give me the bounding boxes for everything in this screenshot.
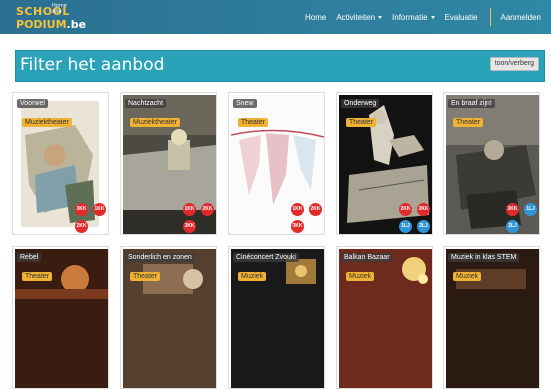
- card-image: [123, 249, 216, 388]
- card-title: En braaf zijn!: [448, 99, 495, 108]
- genre-badge: Theater: [346, 118, 377, 127]
- level-badge: 2KK: [201, 203, 214, 216]
- nav-evaluatie[interactable]: Evaluatie: [445, 13, 478, 22]
- level-badge: 1KK: [291, 203, 304, 216]
- card-title: Nachtzacht: [125, 99, 167, 108]
- top-navbar: SCHOOL Home Alle PODIUM.be Home Activite…: [0, 0, 551, 34]
- nav-links: Home Activiteiten Informatie Evaluatie A…: [295, 0, 541, 34]
- genre-badge: Theater: [238, 118, 269, 127]
- level-badge: 3KK: [506, 203, 519, 216]
- card-title: Voorwel: [17, 99, 48, 108]
- card-image: [446, 249, 539, 388]
- level-badge: 2LJ: [417, 220, 430, 233]
- card-title: Cinéconcert Zvouki: [233, 253, 299, 262]
- genre-badge: Muziek: [346, 272, 375, 281]
- genre-badge: Theater: [130, 272, 161, 281]
- logo-small-text: Home Alle: [52, 3, 67, 15]
- card-title: Sonderlich en zonen: [125, 253, 195, 262]
- card-title: Rebel: [17, 253, 42, 262]
- level-badge: 1LJ: [524, 203, 537, 216]
- level-badge: 1KK: [183, 203, 196, 216]
- card-title: Onderweg: [341, 99, 380, 108]
- activity-card-onderweg[interactable]: Onderweg Theater 2KK 3KK 1LJ 2LJ: [336, 92, 433, 235]
- genre-badge: Muziektheater: [130, 118, 180, 127]
- schoolpodium-logo[interactable]: SCHOOL Home Alle PODIUM.be: [16, 3, 86, 31]
- nav-home[interactable]: Home: [305, 13, 326, 22]
- card-image: [339, 249, 432, 388]
- activity-card-snew[interactable]: Snew Theater 1KK 2KK 3KK: [228, 92, 325, 235]
- chevron-down-icon: [378, 15, 383, 19]
- level-badge: 2LJ: [506, 220, 519, 233]
- genre-badge: Muziek: [453, 272, 482, 281]
- level-badge: 1KK: [93, 203, 106, 216]
- level-badge: 2KK: [399, 203, 412, 216]
- logo-podium-text: PODIUM.be: [16, 18, 87, 31]
- activity-card-muziek-in-klas-stem[interactable]: Muziek in klas STEM Muziek: [443, 246, 540, 389]
- card-image: [231, 249, 324, 388]
- filter-title: Filter het aanbod: [20, 55, 165, 75]
- level-badge: 2KK: [309, 203, 322, 216]
- card-image: [15, 249, 108, 388]
- activity-card-cineconcert-zvouki[interactable]: Cinéconcert Zvouki Muziek: [228, 246, 325, 389]
- genre-badge: Theater: [453, 118, 484, 127]
- activity-card-nachtzacht[interactable]: Nachtzacht Muziektheater 1KK 2KK 3KK: [120, 92, 217, 235]
- level-badge: 3KK: [75, 203, 88, 216]
- toggle-filter-button[interactable]: toon/verberg: [489, 57, 539, 71]
- activity-card-balkan-bazaar[interactable]: Balkan Bazaar Muziek: [336, 246, 433, 389]
- nav-divider: [489, 8, 491, 26]
- filter-panel-header: Filter het aanbod toon/verberg: [15, 50, 545, 82]
- activity-card-sonderlich-en-zonen[interactable]: Sonderlich en zonen Theater: [120, 246, 217, 389]
- chevron-down-icon: [430, 15, 435, 19]
- activity-card-voorwel[interactable]: Voorwel Muziektheater 3KK 1KK 2KK: [12, 92, 109, 235]
- genre-badge: Theater: [22, 272, 53, 281]
- level-badge: 3KK: [417, 203, 430, 216]
- activity-card-en-braaf-zijn[interactable]: En braaf zijn! Theater 3KK 1LJ 2LJ: [443, 92, 540, 235]
- level-badge: 3KK: [183, 220, 196, 233]
- card-title: Balkan Bazaar: [341, 253, 393, 262]
- card-title: Muziek in klas STEM: [448, 253, 520, 262]
- activity-card-rebel[interactable]: Rebel Theater: [12, 246, 109, 389]
- nav-informatie[interactable]: Informatie: [392, 13, 435, 22]
- level-badge: 3KK: [291, 220, 304, 233]
- genre-badge: Muziektheater: [22, 118, 72, 127]
- card-title: Snew: [233, 99, 257, 108]
- nav-aanmelden[interactable]: Aanmelden: [501, 13, 541, 22]
- genre-badge: Muziek: [238, 272, 267, 281]
- level-badge: 1LJ: [399, 220, 412, 233]
- nav-activiteiten[interactable]: Activiteiten: [336, 13, 383, 22]
- level-badge: 2KK: [75, 220, 88, 233]
